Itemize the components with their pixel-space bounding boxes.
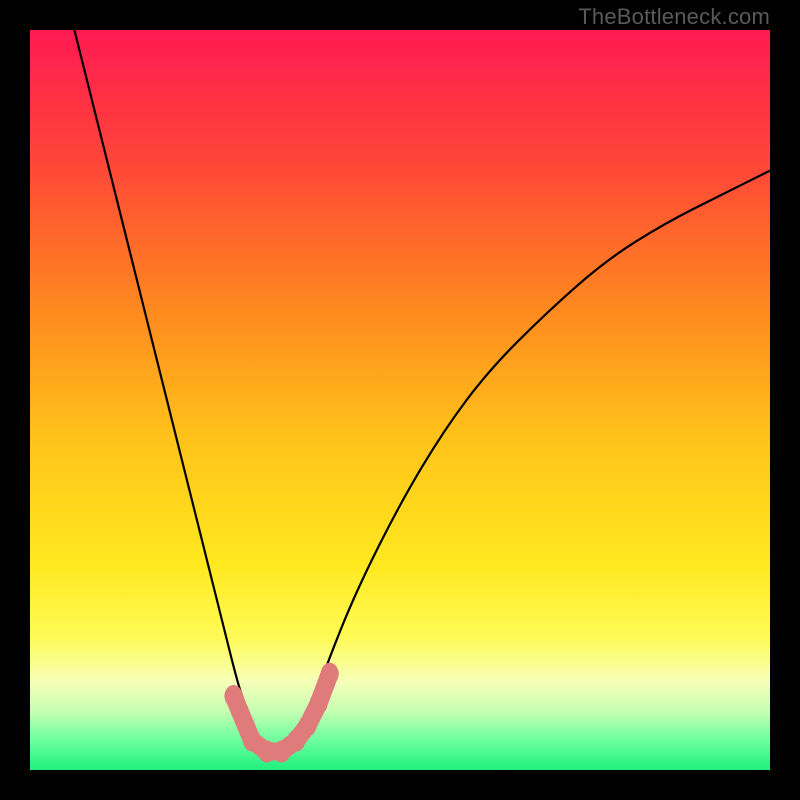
marker-dot [321, 663, 339, 685]
bottleneck-curve [74, 30, 770, 752]
curve-layer [30, 30, 770, 770]
marker-dot [299, 715, 317, 737]
plot-area [30, 30, 770, 770]
marker-dot [225, 685, 243, 707]
marker-dot [310, 692, 328, 714]
bottleneck-markers [225, 663, 339, 763]
watermark-text: TheBottleneck.com [578, 4, 770, 30]
chart-frame: TheBottleneck.com [0, 0, 800, 800]
